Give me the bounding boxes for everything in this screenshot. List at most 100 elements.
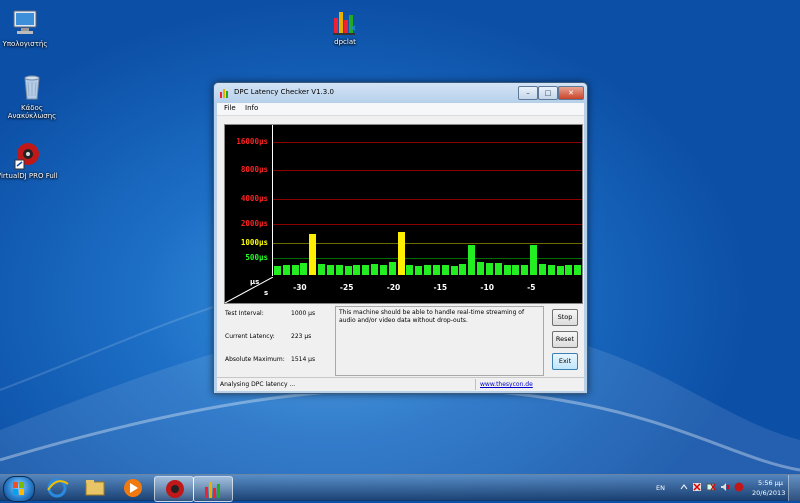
desktop-icon-dpclat[interactable]: dpclat	[311, 6, 379, 46]
latency-bar	[300, 262, 308, 275]
windows-logo-icon	[13, 482, 24, 495]
dpc-latency-window: DPC Latency Checker V1.3.0 – □ ✕ File In…	[213, 82, 588, 394]
taskbar-media-player[interactable]	[114, 476, 152, 500]
latency-bar	[291, 264, 299, 275]
latency-bar	[547, 265, 555, 275]
latency-bar	[406, 265, 414, 275]
x-unit-label: s	[264, 289, 269, 297]
gridline-16000	[273, 142, 582, 143]
test-interval-value: 1000 µs	[291, 310, 316, 317]
y-tick-label: 8000µs	[240, 165, 268, 174]
gridline-1000	[273, 243, 582, 244]
latency-bar	[397, 231, 405, 275]
latency-bar	[432, 265, 440, 275]
latency-bar	[503, 264, 511, 275]
latency-bar	[485, 262, 493, 275]
tray-expand-icon[interactable]	[680, 483, 688, 491]
menu-info[interactable]: Info	[245, 104, 258, 112]
latency-bar	[450, 265, 458, 275]
maximize-button[interactable]: □	[538, 86, 558, 100]
action-center-icon[interactable]	[692, 482, 702, 492]
latency-bar	[282, 265, 290, 275]
plot-area	[273, 125, 582, 276]
latency-bar	[318, 263, 326, 275]
latency-bar	[344, 265, 352, 275]
clock-date[interactable]: 20/6/2013	[752, 489, 785, 497]
latency-bar	[274, 266, 281, 275]
taskbar-explorer[interactable]	[76, 476, 114, 500]
latency-bar	[521, 264, 529, 275]
latency-bar	[424, 264, 432, 275]
y-unit-label: µs	[250, 278, 260, 286]
dpclat-icon	[330, 6, 360, 36]
media-player-icon	[124, 479, 142, 497]
latency-bar	[494, 263, 502, 275]
latency-bar	[530, 245, 538, 275]
minimize-button[interactable]: –	[518, 86, 538, 100]
x-tick-label: -10	[480, 283, 494, 292]
current-latency-label: Current Latency:	[225, 333, 275, 340]
exit-button[interactable]: Exit	[552, 353, 578, 370]
desktop-icon-computer[interactable]: Υπολογιστής	[0, 8, 59, 48]
y-tick-label: 1000µs	[240, 238, 268, 247]
x-axis-labels: -30 -25 -20 -15 -10 -5	[273, 277, 582, 303]
latency-bar	[335, 264, 343, 275]
close-button[interactable]: ✕	[558, 86, 584, 100]
y-tick-label: 4000µs	[240, 194, 268, 203]
latency-bar	[538, 263, 546, 275]
menu-file[interactable]: File	[224, 104, 236, 112]
axis-corner: µs s	[224, 276, 274, 304]
latency-bar	[512, 265, 520, 275]
language-indicator[interactable]: EN	[656, 484, 665, 492]
x-tick-label: -25	[339, 283, 354, 292]
volume-icon[interactable]	[720, 482, 730, 492]
y-tick-label: 16000µs	[236, 137, 268, 146]
taskbar-virtualdj[interactable]	[154, 476, 194, 502]
latency-graph: 16000µs 8000µs 4000µs 2000µs 1000µs 500µs µs …	[224, 124, 583, 304]
menu-bar: File Info	[217, 103, 584, 116]
status-separator	[475, 379, 476, 390]
latency-bar	[565, 264, 573, 275]
latency-bar	[459, 264, 467, 275]
latency-bar	[326, 265, 334, 275]
gridline-2000	[273, 224, 582, 225]
current-latency-value: 223 µs	[291, 333, 312, 340]
app-icon	[220, 89, 228, 98]
stop-button[interactable]: Stop	[552, 309, 578, 326]
recycle-bin-icon	[17, 72, 47, 102]
taskbar-dpclat[interactable]	[193, 476, 233, 502]
window-client: File Info 16000µs 8000µs 4000µs 2000µs 1000µ…	[217, 103, 584, 391]
show-desktop-button[interactable]	[788, 475, 800, 501]
taskbar-ie[interactable]	[38, 476, 76, 500]
desktop-icon-recycle-bin[interactable]: Κάδος Ανακύκλωσης	[0, 72, 66, 120]
y-tick-label: 2000µs	[240, 219, 268, 228]
folder-icon	[85, 480, 105, 496]
window-titlebar[interactable]: DPC Latency Checker V1.3.0 – □ ✕	[214, 83, 587, 103]
x-tick-label: -20	[386, 283, 401, 292]
reset-button[interactable]: Reset	[552, 331, 578, 348]
start-button[interactable]	[3, 476, 35, 502]
website-link[interactable]: www.thesycon.de	[480, 381, 533, 388]
gridline-4000	[273, 199, 582, 200]
y-tick-label: 500µs	[245, 253, 268, 262]
x-tick-label: -15	[433, 283, 448, 292]
y-axis-labels: 16000µs 8000µs 4000µs 2000µs 1000µs 500µs	[225, 125, 273, 276]
virtualdj-tray-icon[interactable]	[734, 482, 744, 492]
computer-icon	[10, 8, 40, 38]
desktop-icon-virtualdj[interactable]: VirtualDJ PRO Full	[0, 140, 61, 180]
x-tick-label: -30	[293, 283, 307, 292]
desktop-icon-label: Υπολογιστής	[2, 40, 48, 48]
virtualdj-icon	[166, 480, 184, 498]
test-interval-label: Test Interval:	[225, 310, 264, 317]
absolute-maximum-label: Absolute Maximum:	[225, 356, 285, 363]
latency-bar	[379, 265, 387, 275]
window-title: DPC Latency Checker V1.3.0	[234, 88, 334, 96]
network-icon[interactable]	[706, 482, 716, 492]
latency-bar	[477, 261, 485, 275]
x-tick-label: -5	[527, 283, 536, 292]
latency-bar	[556, 265, 564, 275]
desktop-icon-label: Κάδος Ανακύκλωσης	[7, 104, 57, 120]
status-text: Analysing DPC latency ...	[220, 381, 296, 388]
status-message: This machine should be able to handle re…	[335, 306, 544, 376]
clock-time[interactable]: 5:56 μμ	[758, 479, 783, 487]
